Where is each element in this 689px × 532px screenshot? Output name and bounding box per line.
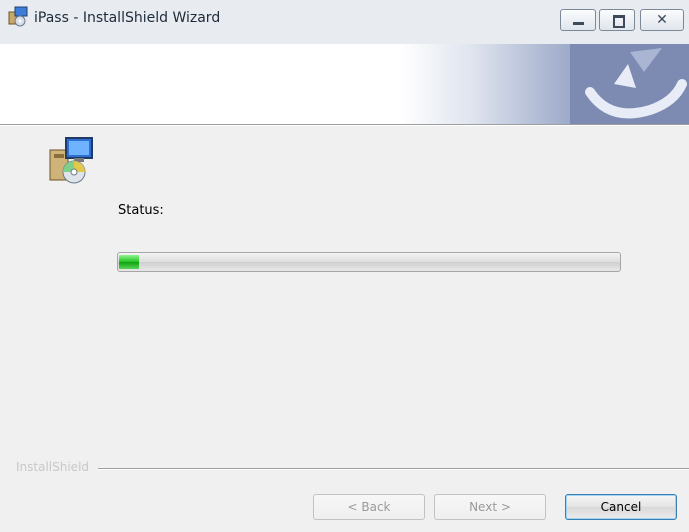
installer-icon	[8, 6, 28, 27]
footer-divider-highlight	[98, 469, 689, 470]
setup-computer-cd-icon	[49, 137, 93, 184]
close-button[interactable]: ✕	[640, 9, 684, 31]
status-label: Status:	[118, 203, 164, 218]
installshield-logo	[570, 44, 689, 124]
close-icon: ✕	[656, 12, 668, 28]
maximize-button[interactable]	[599, 9, 635, 31]
window-title: iPass - InstallShield Wizard	[34, 10, 221, 26]
next-button[interactable]: Next >	[434, 494, 546, 520]
installshield-brand-label: InstallShield	[16, 460, 90, 474]
installshield-wizard-window: iPass - InstallShield Wizard ✕ Status: I…	[0, 0, 689, 532]
header-banner	[0, 44, 689, 124]
back-button[interactable]: < Back	[313, 494, 425, 520]
install-progress-bar	[117, 252, 621, 272]
maximize-icon	[613, 15, 625, 28]
header-divider-highlight	[0, 125, 689, 126]
cancel-button[interactable]: Cancel	[565, 494, 677, 520]
minimize-icon	[573, 22, 584, 25]
title-bar[interactable]: iPass - InstallShield Wizard ✕	[0, 0, 689, 44]
minimize-button[interactable]	[560, 9, 596, 31]
progress-fill	[119, 255, 139, 269]
